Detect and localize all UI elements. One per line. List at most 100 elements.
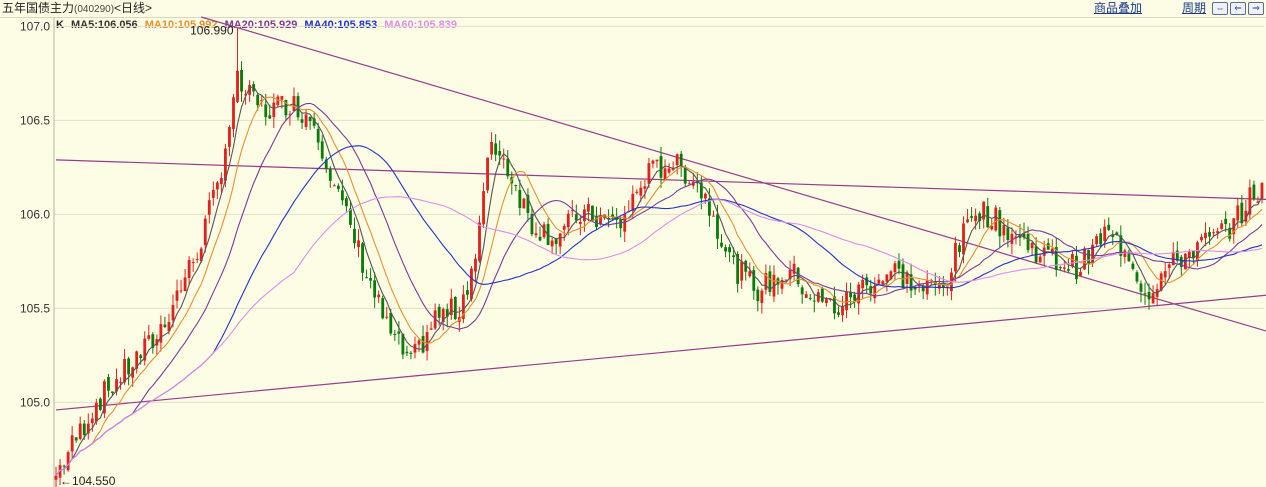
candle <box>429 321 433 330</box>
candle <box>502 148 506 169</box>
candle-body <box>643 186 647 189</box>
moving-averages <box>55 85 1263 477</box>
candle-body <box>518 190 522 209</box>
candle-body <box>381 298 385 319</box>
candle <box>663 159 667 181</box>
candle <box>687 181 691 185</box>
candle <box>627 200 631 213</box>
candle <box>369 268 373 289</box>
candle <box>994 205 998 232</box>
candle-body <box>845 291 848 311</box>
candle <box>712 210 715 217</box>
candle <box>494 134 498 162</box>
candle-body <box>1058 267 1062 269</box>
candle-body <box>111 391 114 394</box>
candle <box>1135 270 1139 284</box>
candle-body <box>268 115 272 119</box>
candle-body <box>1123 250 1127 258</box>
candle-body <box>98 398 102 410</box>
candle-body <box>994 207 998 231</box>
candle <box>127 356 131 386</box>
candle-body <box>94 402 98 422</box>
candle <box>163 316 167 329</box>
candle <box>66 450 70 472</box>
candle-body <box>720 242 723 247</box>
candle <box>175 279 179 309</box>
candle <box>691 174 695 189</box>
candle-body <box>1236 205 1240 221</box>
candle <box>764 264 768 295</box>
candle-body <box>667 168 671 173</box>
candle-body <box>236 70 239 102</box>
max-price-label: 106.990 <box>190 23 234 37</box>
candlestick-chart[interactable]: 107.0 106.5 106.0 105.5 105.0 106.990 ←104.55… <box>0 0 1266 487</box>
candle <box>433 303 437 331</box>
candle <box>1171 242 1175 266</box>
candle-body <box>804 294 808 298</box>
candle <box>215 181 219 200</box>
candle <box>591 205 594 222</box>
candle <box>449 288 453 320</box>
candle-body <box>280 96 284 100</box>
candle-body <box>357 240 360 248</box>
candle-body <box>1163 271 1167 278</box>
candle-body <box>748 271 752 277</box>
candle-body <box>659 156 663 178</box>
candle <box>869 279 873 302</box>
min-price-label: ←104.550 <box>60 474 116 487</box>
candle <box>675 153 679 175</box>
candle-body <box>578 222 582 224</box>
candle-body <box>538 236 542 241</box>
candle-body <box>712 215 715 217</box>
candle-body <box>574 214 578 221</box>
candle <box>1204 222 1207 247</box>
candle <box>804 290 808 299</box>
candle <box>135 350 139 374</box>
y-tick-label: 106.0 <box>20 207 50 221</box>
candle-body <box>558 233 562 247</box>
candle <box>1054 238 1058 277</box>
candle-body <box>1095 236 1099 245</box>
candle-body <box>655 159 659 162</box>
candle <box>740 254 744 289</box>
y-axis: 107.0 106.5 106.0 105.5 105.0 <box>20 17 55 487</box>
candle <box>526 188 530 222</box>
candle <box>393 330 397 341</box>
ma-line-ma60 <box>55 196 1263 477</box>
candle <box>841 295 844 322</box>
candle-body <box>1002 225 1006 236</box>
candle-body <box>478 222 481 262</box>
candle-body <box>800 287 804 295</box>
candle-body <box>272 102 276 118</box>
candle <box>1228 222 1232 242</box>
candle-body <box>962 223 965 255</box>
candle <box>655 159 659 168</box>
candle <box>103 379 106 418</box>
candle-body <box>865 277 869 286</box>
candle-body <box>841 306 844 316</box>
y-tick-label: 105.5 <box>20 301 50 315</box>
candle-body <box>429 328 433 330</box>
candle <box>1107 217 1111 232</box>
candle <box>107 373 110 398</box>
candle-body <box>724 247 727 252</box>
candle-body <box>264 104 268 118</box>
candle <box>909 263 913 298</box>
candle <box>461 285 465 324</box>
candle <box>1260 182 1264 204</box>
candle-body <box>740 261 744 281</box>
candle <box>788 260 792 287</box>
candle-body <box>365 277 368 279</box>
candle <box>546 218 550 246</box>
candle <box>506 150 510 179</box>
candle-body <box>1030 242 1034 249</box>
candle-body <box>494 143 498 155</box>
candle <box>328 166 332 188</box>
candle-body <box>861 279 865 289</box>
candle <box>304 108 308 131</box>
candle-body <box>147 335 151 339</box>
candle-body <box>619 219 623 229</box>
candle <box>554 238 558 255</box>
candle <box>474 253 477 282</box>
candle-body <box>562 226 566 230</box>
